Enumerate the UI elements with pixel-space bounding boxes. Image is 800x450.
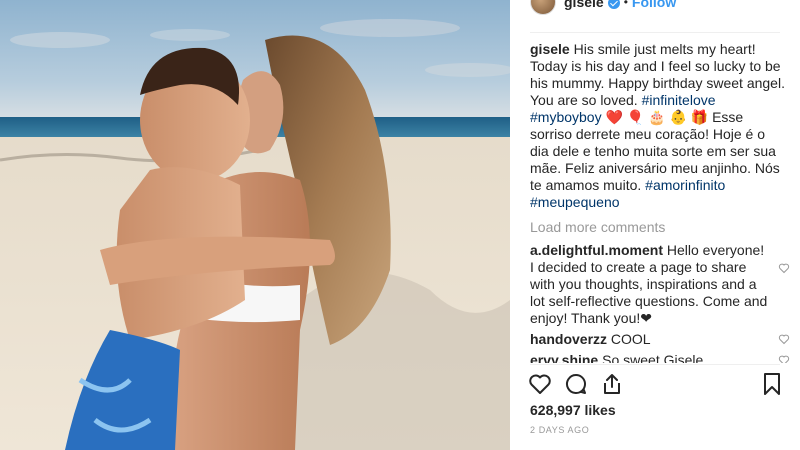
likes-count[interactable]: 628,997 likes <box>530 402 616 418</box>
hashtag-meupequeno[interactable]: #meupequeno <box>530 194 620 210</box>
post-caption: gisele His smile just melts my heart! To… <box>530 41 790 211</box>
comments-list[interactable]: gisele His smile just melts my heart! To… <box>530 41 790 363</box>
comment-item: handoverzz COOL <box>530 331 790 348</box>
beach-photo-illustration <box>0 0 510 450</box>
comment-like-heart-icon[interactable] <box>778 354 790 363</box>
post-actions-bar <box>528 372 784 398</box>
heart-icon[interactable] <box>528 372 552 396</box>
caption-emoji: ❤️ 🎈 🎂 👶 🎁 <box>605 109 709 125</box>
comment-icon[interactable] <box>564 372 588 396</box>
comment-like-heart-icon[interactable] <box>778 262 790 274</box>
hashtag-myboyboy[interactable]: #myboyboy <box>530 109 602 125</box>
follow-button[interactable]: Follow <box>632 0 676 10</box>
comment-item: a.delightful.moment Hello everyone! I de… <box>530 242 790 327</box>
comment-item: ervy.shine So sweet Gisele Bundchen! ;-) <box>530 352 790 363</box>
comment-username[interactable]: a.delightful.moment <box>530 242 663 258</box>
comment-like-heart-icon[interactable] <box>778 333 790 345</box>
post-side-panel: gisele • Follow gisele His smile just me… <box>510 0 800 450</box>
comment-text: COOL <box>610 331 651 347</box>
author-username[interactable]: gisele <box>564 0 604 10</box>
bookmark-icon[interactable] <box>760 372 784 396</box>
post-timestamp: 2 DAYS AGO <box>530 425 590 435</box>
hashtag-amorinfinito[interactable]: #amorinfinito <box>645 177 725 193</box>
comment-username[interactable]: handoverzz <box>530 331 607 347</box>
caption-username[interactable]: gisele <box>530 41 570 57</box>
post-header: gisele • Follow <box>530 0 676 16</box>
post-photo[interactable] <box>0 0 510 450</box>
separator-dot: • <box>623 0 628 9</box>
hashtag-infinitelove[interactable]: #infinitelove <box>642 92 716 108</box>
share-icon[interactable] <box>600 372 624 396</box>
header-divider <box>530 32 780 33</box>
verified-icon <box>607 0 620 9</box>
comment-username[interactable]: ervy.shine <box>530 352 598 363</box>
load-more-comments-link[interactable]: Load more comments <box>530 219 790 236</box>
avatar[interactable] <box>530 0 556 15</box>
actions-divider <box>530 364 780 365</box>
